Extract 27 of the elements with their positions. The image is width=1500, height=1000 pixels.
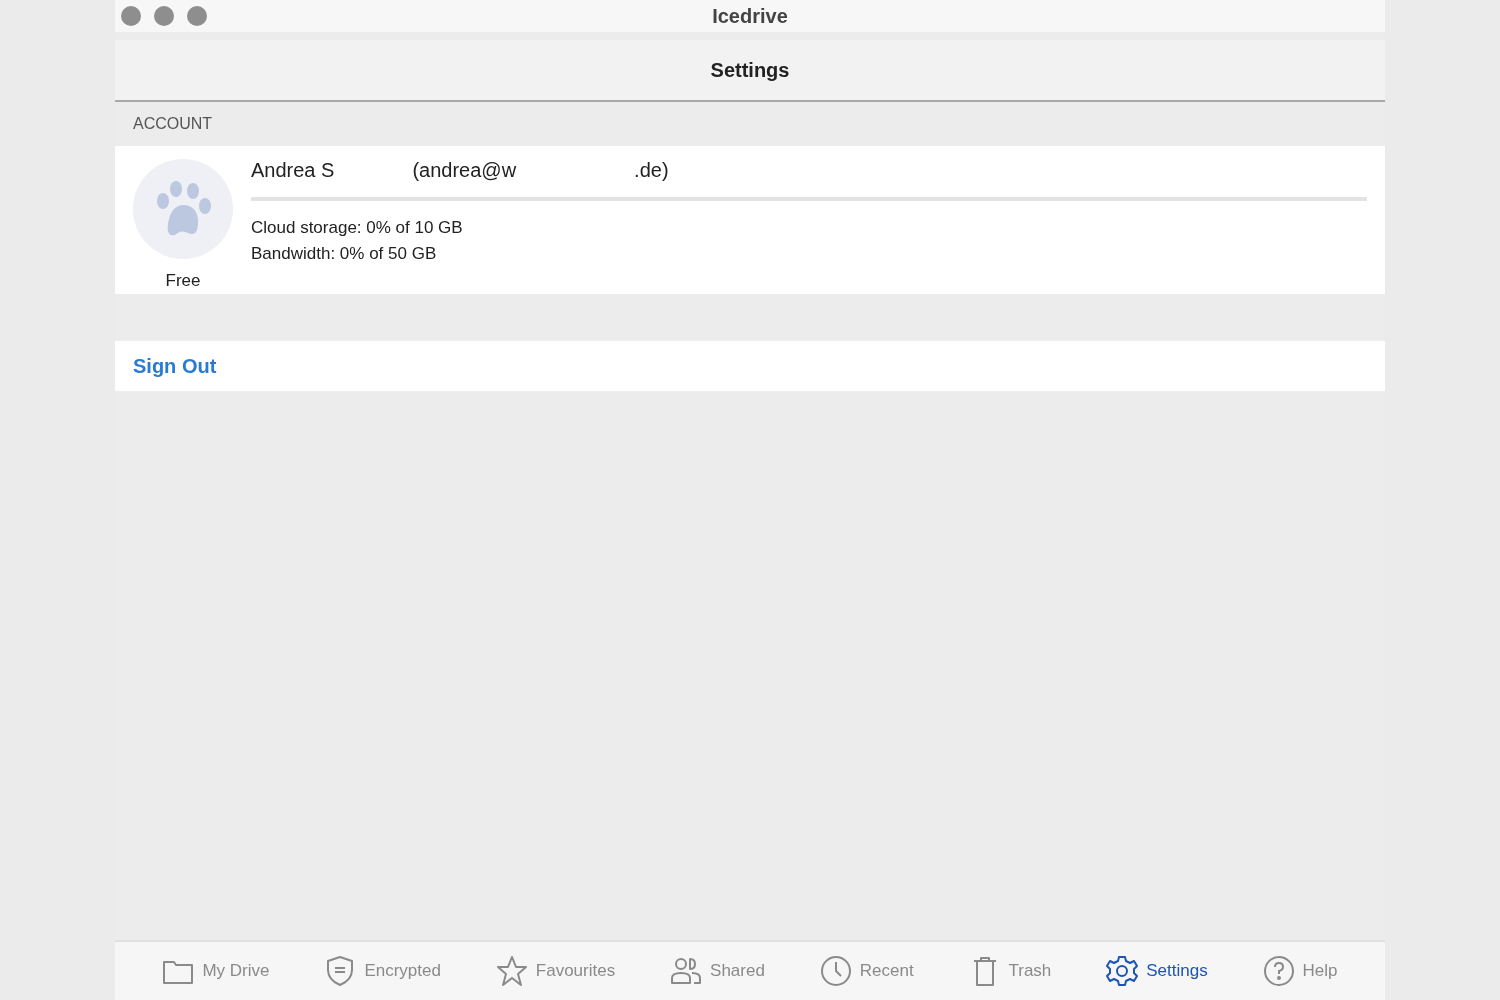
zoom-button[interactable]	[187, 6, 207, 26]
page-title: Settings	[710, 58, 790, 82]
close-button[interactable]	[121, 6, 141, 26]
settings-icon	[1106, 955, 1139, 987]
tab[interactable]: Help	[1262, 955, 1338, 987]
tab[interactable]: Settings	[1106, 955, 1208, 987]
window-title: Icedrive	[712, 4, 788, 28]
section-label: ACCOUNT	[133, 115, 213, 133]
account-email: (andrea@w	[412, 159, 517, 182]
avatar-paw-icon	[133, 159, 233, 259]
tab[interactable]: Favourites	[495, 955, 616, 987]
tab[interactable]: My Drive	[162, 955, 270, 987]
star-icon	[495, 955, 528, 987]
plan-label: Free	[165, 271, 201, 291]
tab[interactable]: Encrypted	[324, 955, 441, 987]
minimize-button[interactable]	[154, 6, 174, 26]
tab[interactable]: Trash	[968, 955, 1052, 987]
clock-icon	[819, 955, 852, 987]
usage-text: Bandwidth: 0% of 50 GB	[251, 243, 438, 265]
tab[interactable]: Shared	[670, 955, 765, 987]
help-icon	[1262, 955, 1295, 987]
sign-out-button[interactable]: Sign Out	[133, 354, 217, 378]
people-icon	[670, 955, 703, 987]
tab[interactable]: Recent	[819, 955, 914, 987]
account-name: Andrea S	[251, 159, 335, 182]
usage-text: Cloud storage: 0% of 10 GB	[251, 217, 464, 239]
account-email-domain: .de)	[634, 159, 669, 182]
